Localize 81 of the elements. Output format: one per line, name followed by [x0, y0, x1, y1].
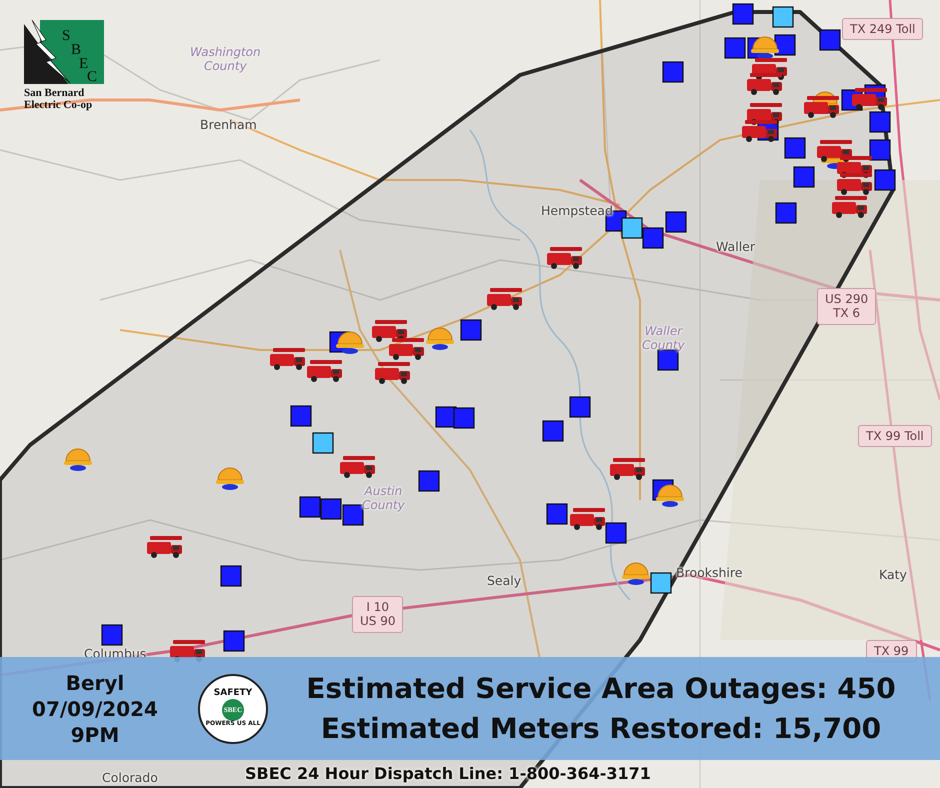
bucket-truck-icon [832, 196, 867, 218]
report-date: 07/09/2024 [32, 696, 158, 722]
bucket-truck-icon [487, 288, 522, 310]
outage-square-icon [775, 202, 797, 224]
hard-hat-icon [656, 484, 684, 507]
outage-square-icon [662, 61, 684, 83]
highway-shield: TX 249 Toll [842, 18, 924, 40]
bucket-truck-icon [375, 362, 410, 384]
bucket-truck-icon [372, 320, 407, 342]
outage-square-icon [290, 405, 312, 427]
outage-square-icon [569, 396, 591, 418]
outage-square-icon [223, 630, 245, 652]
outage-square-icon [546, 503, 568, 525]
highway-shield: I 10 US 90 [352, 596, 404, 633]
hard-hat-icon [64, 448, 92, 471]
town-label: Katy [879, 568, 907, 582]
hard-hat-icon [622, 562, 650, 585]
outage-square-icon [460, 319, 482, 341]
outage-square-icon [650, 572, 672, 594]
bucket-truck-icon [610, 458, 645, 480]
bucket-truck-icon [747, 73, 782, 95]
county-label: Washington County [190, 46, 261, 74]
outage-square-icon [665, 211, 687, 233]
town-label: Columbus [84, 647, 146, 662]
outage-square-icon [869, 111, 891, 133]
outage-square-icon [542, 420, 564, 442]
outage-square-icon [299, 496, 321, 518]
logo-letter: C [87, 69, 98, 85]
outage-square-icon [732, 3, 754, 25]
outage-square-icon [418, 470, 440, 492]
bucket-truck-icon [270, 348, 305, 370]
outage-square-icon [642, 227, 664, 249]
outage-square-icon [724, 37, 746, 59]
outage-square-icon [101, 624, 123, 646]
logo-letter: E [79, 56, 88, 72]
highway-shield: US 290 TX 6 [817, 288, 876, 325]
highway-shield: TX 99 Toll [858, 425, 932, 448]
bucket-truck-icon [742, 120, 777, 142]
bucket-truck-icon [804, 96, 839, 118]
bucket-truck-icon [307, 360, 342, 382]
bucket-truck-icon [547, 247, 582, 269]
bucket-truck-icon [817, 140, 852, 162]
outage-square-icon [869, 139, 891, 161]
headline: Estimated Meters Restored: 15,700 [320, 710, 882, 746]
outage-square-icon [453, 407, 475, 429]
outage-square-icon [621, 217, 643, 239]
outage-square-icon [342, 504, 364, 526]
hard-hat-icon [751, 36, 779, 59]
headline: Estimated Service Area Outages: 450 [306, 670, 896, 707]
outage-square-icon [435, 406, 457, 428]
outage-square-icon [874, 169, 896, 191]
hard-hat-icon [216, 468, 244, 490]
outage-square-icon [774, 34, 796, 56]
outage-square-icon [605, 522, 627, 544]
badge-title: SAFETY [214, 689, 252, 700]
bucket-truck-icon [570, 508, 605, 530]
company-name: San Bernard Electric Co-op [24, 88, 92, 112]
bucket-truck-icon [852, 88, 887, 110]
report-time: 9PM [70, 722, 120, 748]
logo-letter: S [62, 28, 70, 44]
hard-hat-icon [336, 332, 364, 354]
town-label: Colorado [102, 771, 158, 786]
outage-square-icon [312, 432, 334, 454]
town-label: Waller [716, 240, 755, 254]
outage-square-icon [772, 6, 794, 28]
outage-square-icon [220, 565, 242, 587]
logo-letter: B [71, 42, 82, 58]
town-label: Hempstead [541, 204, 613, 218]
bucket-truck-icon [389, 338, 424, 360]
bucket-truck-icon [340, 456, 375, 478]
town-label: Sealy [487, 574, 522, 588]
county-label: Waller County [642, 325, 685, 353]
outage-square-icon [793, 166, 815, 188]
storm-name: Beryl [66, 670, 124, 696]
county-label: Austin County [362, 485, 405, 513]
bucket-truck-icon [147, 536, 182, 558]
hard-hat-icon [426, 328, 454, 350]
bucket-truck-icon [837, 173, 872, 195]
outage-square-icon [784, 137, 806, 159]
outage-square-icon [320, 498, 342, 520]
outage-square-icon [819, 29, 841, 51]
